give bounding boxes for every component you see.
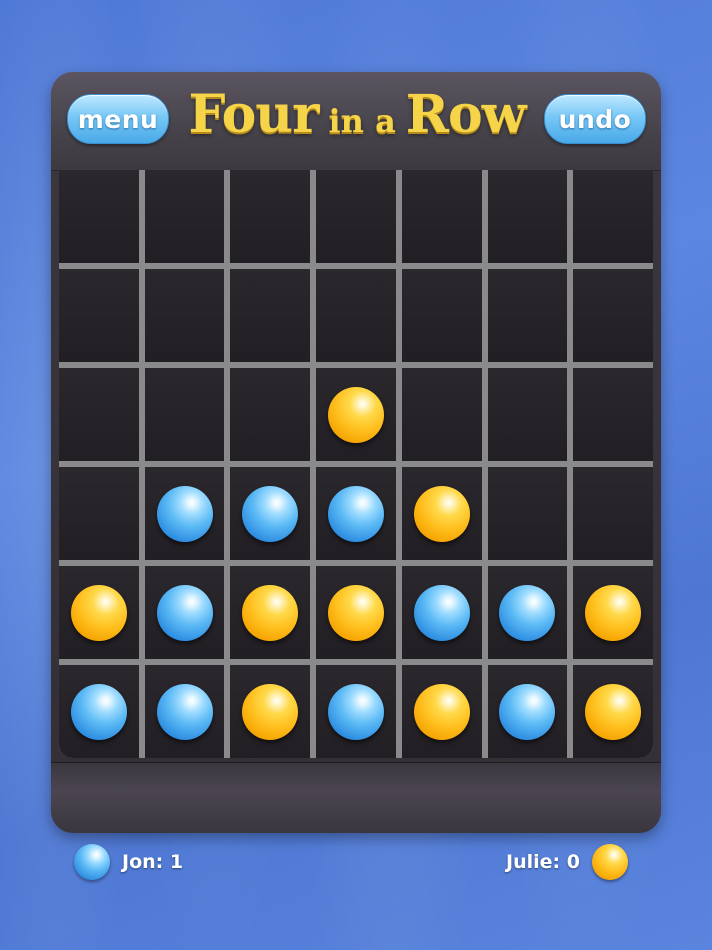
yellow-disc bbox=[70, 584, 127, 641]
blue-disc bbox=[156, 683, 213, 740]
blue-disc bbox=[327, 485, 384, 542]
board-cell[interactable] bbox=[401, 170, 482, 263]
yellow-disc bbox=[242, 584, 299, 641]
yellow-disc bbox=[585, 584, 642, 641]
board-cell[interactable] bbox=[316, 665, 396, 758]
blue-disc bbox=[156, 584, 213, 641]
player-1-score: Jon: 1 bbox=[74, 842, 183, 882]
title-word-four: Four bbox=[188, 84, 320, 145]
board-cell[interactable] bbox=[144, 566, 225, 659]
board-cell[interactable] bbox=[401, 665, 482, 758]
board-cell[interactable] bbox=[316, 566, 396, 659]
board-cell[interactable] bbox=[59, 566, 139, 659]
board-cell[interactable] bbox=[573, 566, 653, 659]
board-cell[interactable] bbox=[59, 665, 139, 758]
board-cell[interactable] bbox=[59, 368, 139, 461]
board-cell[interactable] bbox=[144, 368, 225, 461]
board-cell[interactable] bbox=[59, 170, 139, 263]
player-1-label: Jon: 1 bbox=[122, 851, 184, 873]
board-cell[interactable] bbox=[401, 269, 482, 362]
board-cell[interactable] bbox=[316, 467, 396, 560]
board-cell[interactable] bbox=[573, 170, 653, 263]
board-cell[interactable] bbox=[487, 368, 568, 461]
board-tray bbox=[51, 762, 661, 833]
board-cell[interactable] bbox=[401, 368, 482, 461]
board-cell[interactable] bbox=[487, 269, 568, 362]
board-cell[interactable] bbox=[230, 665, 311, 758]
board-cell[interactable] bbox=[316, 368, 396, 461]
player-2-label: Julie: 0 bbox=[506, 851, 580, 873]
blue-disc bbox=[327, 683, 384, 740]
board-cell[interactable] bbox=[573, 467, 653, 560]
undo-button[interactable]: undo bbox=[544, 94, 646, 144]
player-1-disc-icon bbox=[74, 844, 110, 880]
board-cell[interactable] bbox=[316, 170, 396, 263]
game-board[interactable] bbox=[59, 170, 653, 758]
board-cell[interactable] bbox=[59, 269, 139, 362]
yellow-disc bbox=[327, 584, 384, 641]
blue-disc bbox=[413, 584, 470, 641]
player-2-disc-icon bbox=[592, 844, 628, 880]
blue-disc bbox=[499, 584, 556, 641]
yellow-disc bbox=[327, 386, 384, 443]
board-cell[interactable] bbox=[573, 269, 653, 362]
board-cell[interactable] bbox=[144, 170, 225, 263]
title-words-in-a: in a bbox=[328, 102, 396, 140]
title-word-row: Row bbox=[405, 84, 527, 145]
board-cell[interactable] bbox=[144, 269, 225, 362]
game-frame: menu Four in a Row undo bbox=[51, 72, 661, 833]
board-cell[interactable] bbox=[487, 170, 568, 263]
board-cell[interactable] bbox=[144, 467, 225, 560]
board-cell[interactable] bbox=[230, 269, 311, 362]
board-cell[interactable] bbox=[144, 665, 225, 758]
yellow-disc bbox=[413, 683, 470, 740]
blue-disc bbox=[499, 683, 556, 740]
board-cell[interactable] bbox=[230, 467, 311, 560]
board-grid bbox=[59, 170, 653, 758]
game-title: Four in a Row bbox=[187, 84, 527, 154]
board-cell[interactable] bbox=[487, 665, 568, 758]
board-cell[interactable] bbox=[487, 566, 568, 659]
yellow-disc bbox=[242, 683, 299, 740]
blue-disc bbox=[156, 485, 213, 542]
board-cell[interactable] bbox=[230, 368, 311, 461]
player-2-score: Julie: 0 bbox=[506, 842, 628, 882]
yellow-disc bbox=[585, 683, 642, 740]
board-cell[interactable] bbox=[573, 368, 653, 461]
board-cell[interactable] bbox=[401, 566, 482, 659]
board-cell[interactable] bbox=[401, 467, 482, 560]
board-cell[interactable] bbox=[487, 467, 568, 560]
menu-button[interactable]: menu bbox=[67, 94, 169, 144]
board-cell[interactable] bbox=[316, 269, 396, 362]
header-bar: menu Four in a Row undo bbox=[51, 72, 661, 171]
blue-disc bbox=[242, 485, 299, 542]
board-cell[interactable] bbox=[230, 170, 311, 263]
board-cell[interactable] bbox=[573, 665, 653, 758]
board-cell[interactable] bbox=[59, 467, 139, 560]
yellow-disc bbox=[413, 485, 470, 542]
blue-disc bbox=[70, 683, 127, 740]
board-cell[interactable] bbox=[230, 566, 311, 659]
